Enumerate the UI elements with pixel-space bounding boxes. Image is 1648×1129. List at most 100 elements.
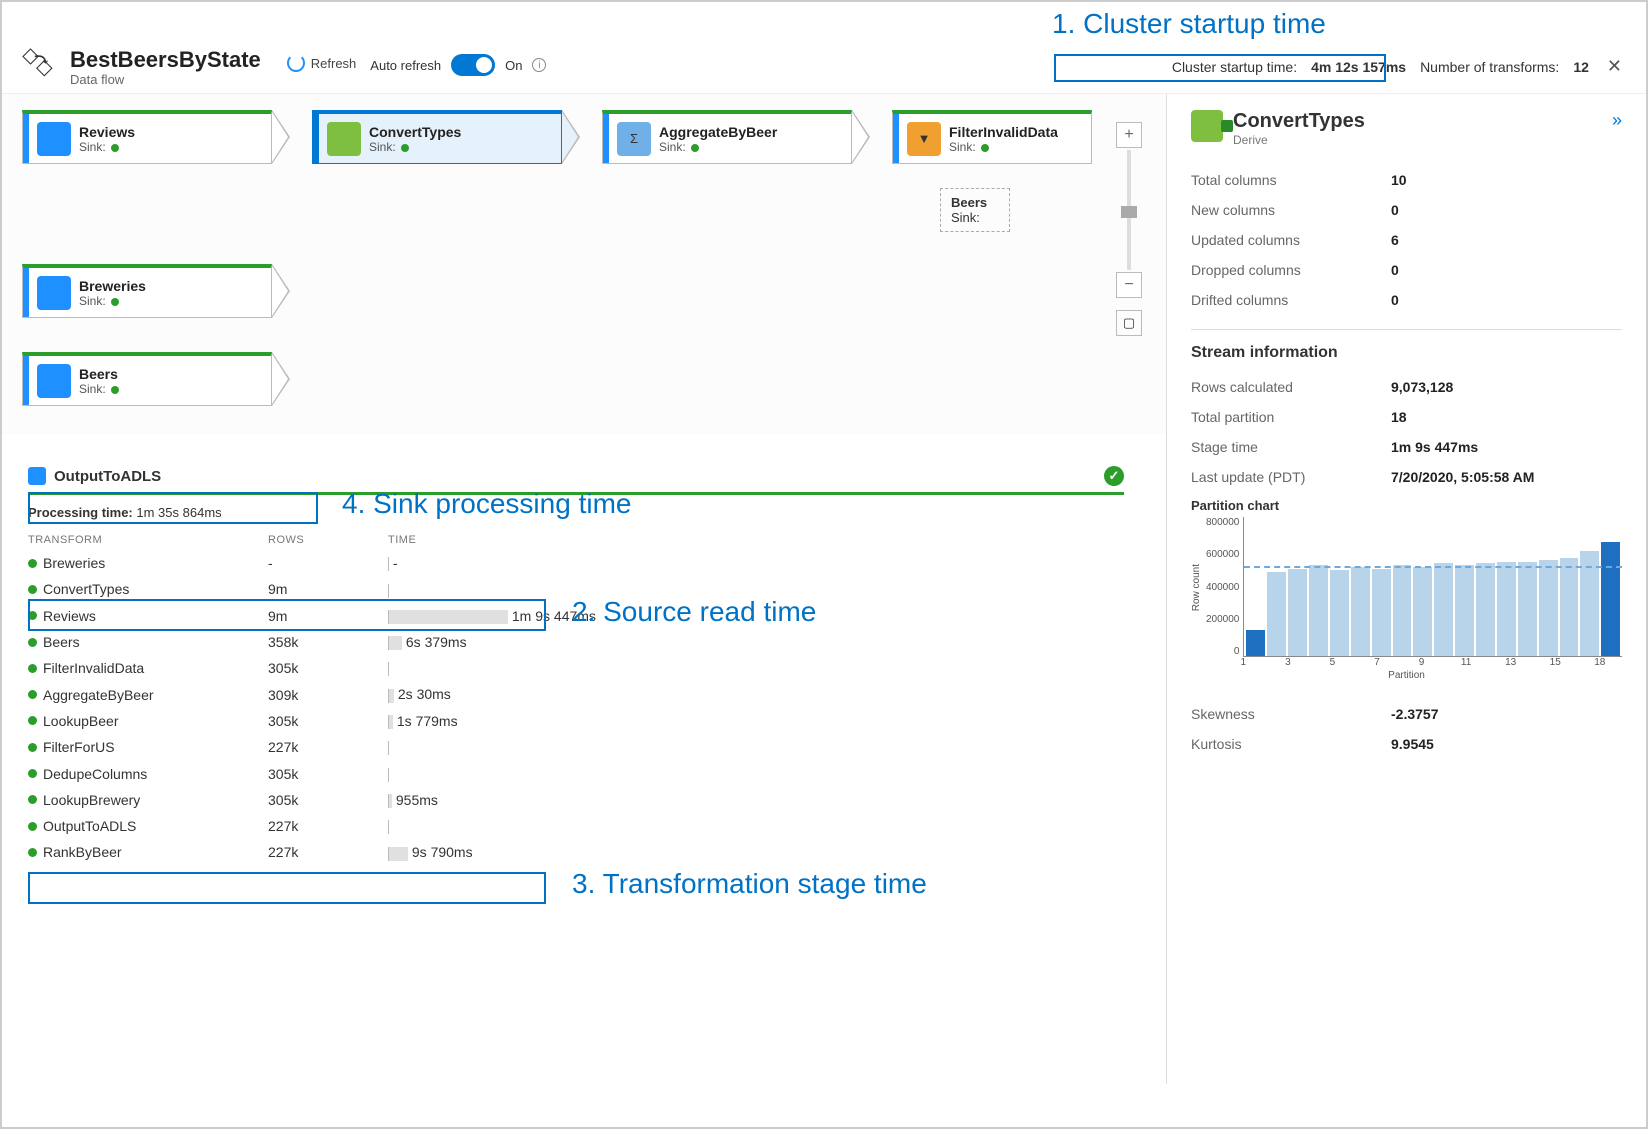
kv-val: 10	[1391, 172, 1407, 188]
sink-label: Sink:	[949, 140, 976, 154]
chart-bar	[1309, 565, 1328, 656]
node-label: Beers	[79, 366, 255, 382]
chart-bar	[1601, 542, 1620, 656]
sink-panel-header: OutputToADLS ✓	[28, 466, 1124, 495]
props-title: ConvertTypes	[1233, 110, 1365, 133]
kv-val: 1m 9s 447ms	[1391, 439, 1478, 455]
sink-label: Sink:	[369, 140, 396, 154]
kv-val: 0	[1391, 292, 1399, 308]
processing-time-label: Processing time:	[28, 505, 133, 520]
table-row[interactable]: Reviews9m 1m 9s 447ms	[28, 603, 1124, 629]
table-row[interactable]: RankByBeer227k 9s 790ms	[28, 839, 1124, 865]
filter-icon: ▼	[907, 122, 941, 156]
auto-refresh-toggle[interactable]	[451, 54, 495, 76]
zoom-fit-button[interactable]: ▢	[1116, 310, 1142, 336]
chart-bars	[1243, 517, 1622, 657]
kv-val: 9.9545	[1391, 736, 1434, 752]
chart-bar	[1372, 569, 1391, 657]
kv-key: Dropped columns	[1191, 262, 1391, 278]
kv-key: Stage time	[1191, 439, 1391, 455]
node-beers[interactable]: Beers Sink:	[22, 352, 272, 406]
cluster-startup-value: 4m 12s 157ms	[1311, 59, 1406, 75]
zoom-in-button[interactable]: +	[1116, 122, 1142, 148]
node-label: AggregateByBeer	[659, 124, 835, 140]
sink-label: Sink:	[79, 294, 106, 308]
table-row[interactable]: Breweries- -	[28, 550, 1124, 576]
chart-bar	[1476, 563, 1495, 656]
table-row[interactable]: OutputToADLS227k	[28, 813, 1124, 839]
processing-time-value: 1m 35s 864ms	[136, 505, 221, 520]
chart-bar	[1434, 563, 1453, 656]
sub-node-beers[interactable]: Beers Sink:	[940, 188, 1010, 232]
sink-title: OutputToADLS	[54, 468, 161, 485]
node-label: Breweries	[79, 278, 255, 294]
refresh-icon	[287, 54, 305, 72]
kv-key: Rows calculated	[1191, 379, 1391, 395]
node-label: Reviews	[79, 124, 255, 140]
props-subtitle: Derive	[1233, 133, 1365, 147]
chart-bar	[1560, 558, 1579, 656]
sink-label: Sink:	[79, 382, 106, 396]
source-icon	[37, 276, 71, 310]
chart-bar	[1267, 572, 1286, 656]
kv-val: 6	[1391, 232, 1399, 248]
dataflow-icon	[22, 48, 56, 85]
node-filter[interactable]: ▼ FilterInvalidData Sink:	[892, 110, 1092, 164]
derive-icon	[327, 122, 361, 156]
node-aggregate[interactable]: Σ AggregateByBeer Sink:	[602, 110, 852, 164]
chart-bar	[1330, 570, 1349, 656]
kv-val: 0	[1391, 262, 1399, 278]
info-icon[interactable]: i	[532, 58, 546, 72]
table-row[interactable]: FilterForUS227k	[28, 734, 1124, 760]
chart-bar	[1497, 562, 1516, 657]
kv-key: Skewness	[1191, 706, 1391, 722]
collapse-chevron-icon[interactable]: »	[1612, 110, 1622, 131]
kv-val: 0	[1391, 202, 1399, 218]
table-row[interactable]: FilterInvalidData305k	[28, 655, 1124, 681]
kv-val: 7/20/2020, 5:05:58 AM	[1391, 469, 1534, 485]
transforms-value: 12	[1573, 59, 1589, 75]
chart-bar	[1288, 569, 1307, 657]
table-row[interactable]: ConvertTypes9m	[28, 576, 1124, 602]
node-breweries[interactable]: Breweries Sink:	[22, 264, 272, 318]
zoom-control: + − ▢	[1114, 122, 1144, 336]
table-row[interactable]: LookupBrewery305k 955ms	[28, 787, 1124, 813]
source-icon	[37, 122, 71, 156]
derive-icon	[1191, 110, 1223, 142]
zoom-out-button[interactable]: −	[1116, 272, 1142, 298]
table-header: TRANSFORM ROWS TIME	[28, 530, 1124, 550]
sink-label: Sink:	[79, 140, 106, 154]
kv-val: -2.3757	[1391, 706, 1438, 722]
table-row[interactable]: DedupeColumns305k	[28, 760, 1124, 786]
sink-icon	[28, 467, 46, 485]
kv-key: New columns	[1191, 202, 1391, 218]
source-icon	[37, 364, 71, 398]
close-icon[interactable]: ✕	[1603, 56, 1626, 77]
kv-key: Total partition	[1191, 409, 1391, 425]
kv-val: 9,073,128	[1391, 379, 1453, 395]
node-convert-types[interactable]: ConvertTypes Sink:	[312, 110, 562, 164]
partition-chart: Partition chart Row count 80000060000040…	[1191, 498, 1622, 681]
dataflow-subtitle: Data flow	[70, 72, 261, 87]
chart-bar	[1518, 562, 1537, 657]
sink-label: Sink:	[951, 210, 980, 225]
chart-bar	[1393, 565, 1412, 656]
table-row[interactable]: LookupBeer305k 1s 779ms	[28, 708, 1124, 734]
zoom-slider[interactable]	[1127, 150, 1131, 270]
transforms-label: Number of transforms:	[1420, 59, 1559, 75]
refresh-label: Refresh	[311, 56, 357, 71]
annotation-1: 1. Cluster startup time	[1052, 8, 1326, 40]
properties-panel: ConvertTypes Derive » Total columns10 Ne…	[1166, 94, 1646, 1084]
col-rows: ROWS	[268, 534, 388, 546]
chart-bar	[1246, 630, 1265, 656]
auto-refresh-label: Auto refresh	[370, 58, 441, 73]
table-row[interactable]: Beers358k 6s 379ms	[28, 629, 1124, 655]
node-reviews[interactable]: Reviews Sink:	[22, 110, 272, 164]
table-row[interactable]: AggregateByBeer309k 2s 30ms	[28, 681, 1124, 707]
kv-val: 18	[1391, 409, 1407, 425]
kv-key: Drifted columns	[1191, 292, 1391, 308]
chart-bar	[1539, 560, 1558, 656]
chart-bar	[1351, 567, 1370, 656]
refresh-button[interactable]: Refresh	[287, 48, 357, 72]
kv-key: Last update (PDT)	[1191, 469, 1391, 485]
